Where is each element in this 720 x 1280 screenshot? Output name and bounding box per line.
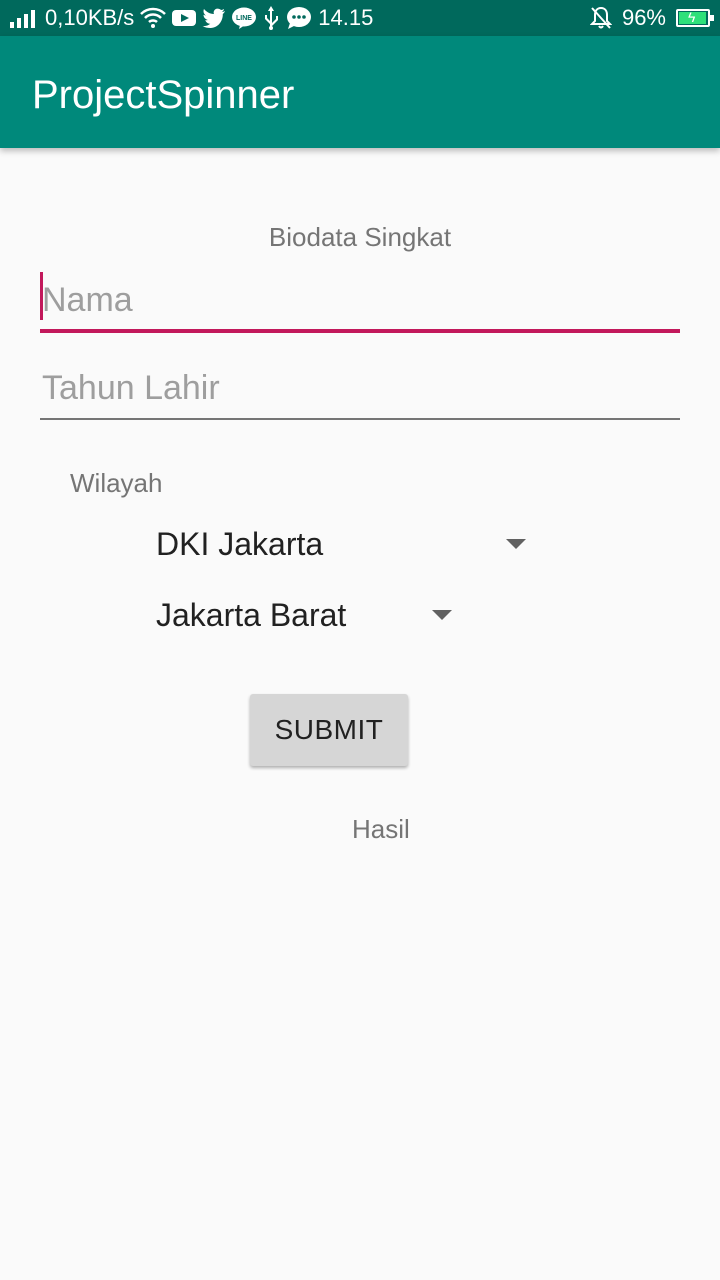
name-field[interactable]: [40, 272, 680, 333]
province-spinner[interactable]: DKI Jakarta: [156, 524, 526, 564]
dropdown-arrow-icon: [506, 539, 526, 549]
name-input[interactable]: [40, 272, 680, 328]
dropdown-arrow-icon: [432, 610, 452, 620]
signal-icon: [10, 8, 35, 28]
charging-bolt-icon: ϟ: [688, 9, 696, 25]
app-bar: ProjectSpinner: [0, 36, 720, 148]
submit-button[interactable]: SUBMIT: [250, 694, 408, 766]
city-value: Jakarta Barat: [156, 596, 347, 633]
province-value: DKI Jakarta: [156, 525, 324, 562]
twitter-icon: [202, 8, 226, 28]
clock: 14.15: [318, 5, 374, 30]
app-title: ProjectSpinner: [32, 73, 295, 117]
year-field[interactable]: [40, 360, 680, 420]
silent-bell-icon: [589, 6, 612, 30]
status-right: 96% ϟ: [589, 0, 714, 36]
result-text: Hasil: [352, 814, 410, 844]
message-icon: [286, 6, 312, 30]
battery-icon: ϟ: [676, 9, 714, 27]
name-underline: [40, 329, 680, 333]
battery-percent: 96%: [621, 5, 666, 30]
region-label: Wilayah: [70, 468, 163, 498]
status-bar: 0,10KB/s LINE 14.15 96% ϟ: [0, 0, 720, 36]
year-input[interactable]: [40, 360, 680, 416]
usb-icon: [262, 6, 280, 30]
svg-text:LINE: LINE: [236, 15, 252, 22]
city-spinner[interactable]: Jakarta Barat: [156, 595, 452, 635]
form-heading: Biodata Singkat: [268, 222, 452, 252]
year-underline: [40, 418, 680, 420]
status-left: 0,10KB/s LINE 14.15: [10, 0, 373, 36]
net-speed: 0,10KB/s: [45, 5, 135, 30]
line-icon: LINE: [232, 7, 257, 29]
wifi-icon: [140, 7, 167, 29]
text-cursor: [40, 272, 43, 320]
youtube-icon: [172, 9, 197, 27]
